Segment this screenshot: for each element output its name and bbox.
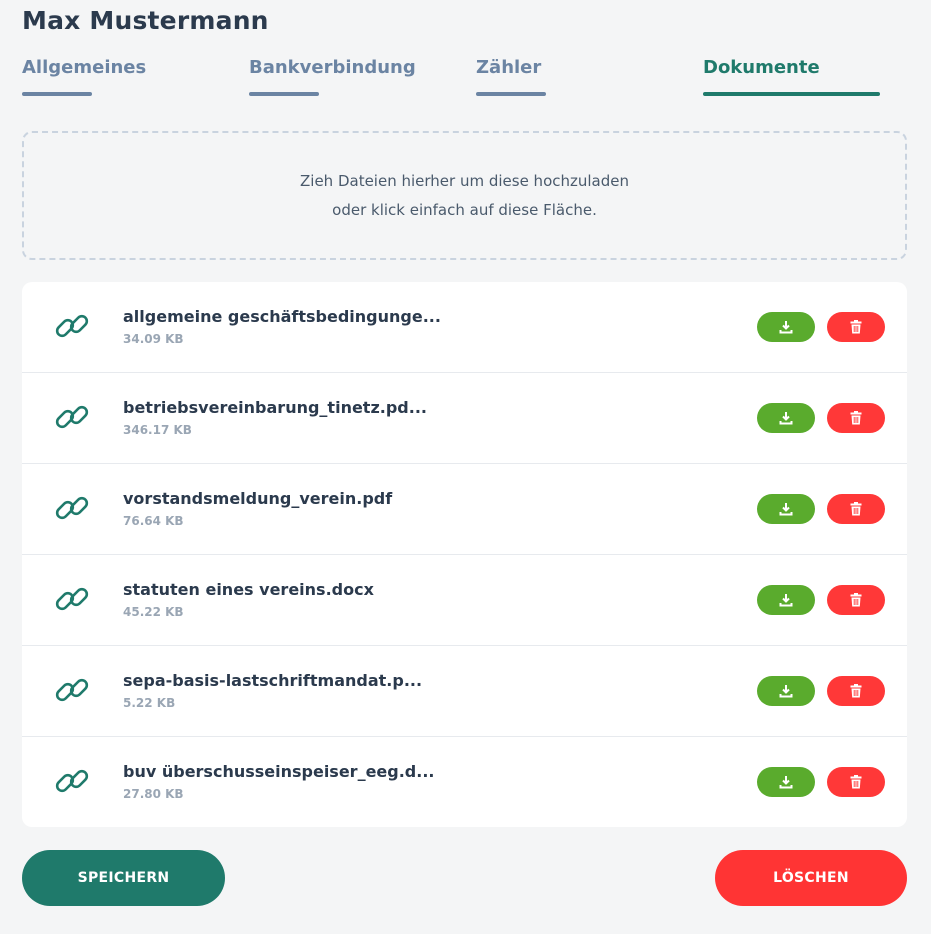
file-size: 5.22 KB [123, 696, 176, 710]
file-row: buv überschusseinspeiser_eeg.d... 27.80 … [22, 737, 907, 827]
link-icon [55, 769, 89, 793]
trash-icon [850, 320, 862, 334]
delete-button[interactable] [827, 676, 885, 706]
file-size: 27.80 KB [123, 787, 184, 801]
tab-label: Allgemeines [22, 57, 147, 78]
file-name: sepa-basis-lastschriftmandat.p... [123, 671, 423, 690]
download-icon [779, 321, 793, 334]
file-list: allgemeine geschäftsbedingunge... 34.09 … [22, 282, 907, 827]
delete-button[interactable] [827, 585, 885, 615]
trash-icon [850, 684, 862, 698]
download-icon [779, 685, 793, 698]
download-button[interactable] [757, 676, 815, 706]
link-icon [55, 405, 89, 429]
file-name: buv überschusseinspeiser_eeg.d... [123, 762, 435, 781]
tab-dokumente[interactable]: Dokumente [703, 57, 880, 96]
delete-button[interactable] [827, 494, 885, 524]
dropzone-text-line1: Zieh Dateien hierher um diese hochzulade… [300, 171, 629, 190]
download-icon [779, 594, 793, 607]
tab-bar: Allgemeines Bankverbindung Zähler Dokume… [22, 57, 907, 101]
link-icon [55, 314, 89, 338]
file-size: 346.17 KB [123, 423, 192, 437]
tab-allgemeines[interactable]: Allgemeines [22, 57, 147, 96]
download-button[interactable] [757, 403, 815, 433]
file-name: vorstandsmeldung_verein.pdf [123, 489, 393, 508]
link-icon [55, 678, 89, 702]
download-button[interactable] [757, 494, 815, 524]
download-icon [779, 503, 793, 516]
tab-underline [703, 92, 880, 96]
trash-icon [850, 775, 862, 789]
file-row: vorstandsmeldung_verein.pdf 76.64 KB [22, 464, 907, 555]
download-button[interactable] [757, 312, 815, 342]
file-name: statuten eines vereins.docx [123, 580, 374, 599]
link-icon [55, 587, 89, 611]
file-row: betriebsvereinbarung_tinetz.pd... 346.17… [22, 373, 907, 464]
file-size: 45.22 KB [123, 605, 184, 619]
tab-underline [22, 92, 92, 96]
delete-button[interactable] [827, 403, 885, 433]
tab-label: Zähler [476, 57, 542, 78]
download-icon [779, 412, 793, 425]
trash-icon [850, 502, 862, 516]
dropzone-text-line2: oder klick einfach auf diese Fläche. [332, 200, 597, 219]
trash-icon [850, 593, 862, 607]
tab-zaehler[interactable]: Zähler [476, 57, 546, 96]
file-name: allgemeine geschäftsbedingunge... [123, 307, 441, 326]
tab-label: Bankverbindung [249, 57, 416, 78]
tab-underline [476, 92, 546, 96]
delete-button[interactable] [827, 767, 885, 797]
file-name: betriebsvereinbarung_tinetz.pd... [123, 398, 427, 417]
tab-underline [249, 92, 319, 96]
download-button[interactable] [757, 585, 815, 615]
file-size: 34.09 KB [123, 332, 184, 346]
upload-dropzone[interactable]: Zieh Dateien hierher um diese hochzulade… [22, 131, 907, 260]
file-row: allgemeine geschäftsbedingunge... 34.09 … [22, 282, 907, 373]
save-button[interactable]: SPEICHERN [22, 850, 225, 906]
tab-bankverbindung[interactable]: Bankverbindung [249, 57, 416, 96]
link-icon [55, 496, 89, 520]
file-row: sepa-basis-lastschriftmandat.p... 5.22 K… [22, 646, 907, 737]
download-button[interactable] [757, 767, 815, 797]
delete-all-button[interactable]: LÖSCHEN [715, 850, 907, 906]
file-size: 76.64 KB [123, 514, 184, 528]
tab-label: Dokumente [703, 57, 820, 78]
page-title: Max Mustermann [22, 6, 269, 35]
delete-button[interactable] [827, 312, 885, 342]
download-icon [779, 776, 793, 789]
trash-icon [850, 411, 862, 425]
file-row: statuten eines vereins.docx 45.22 KB [22, 555, 907, 646]
